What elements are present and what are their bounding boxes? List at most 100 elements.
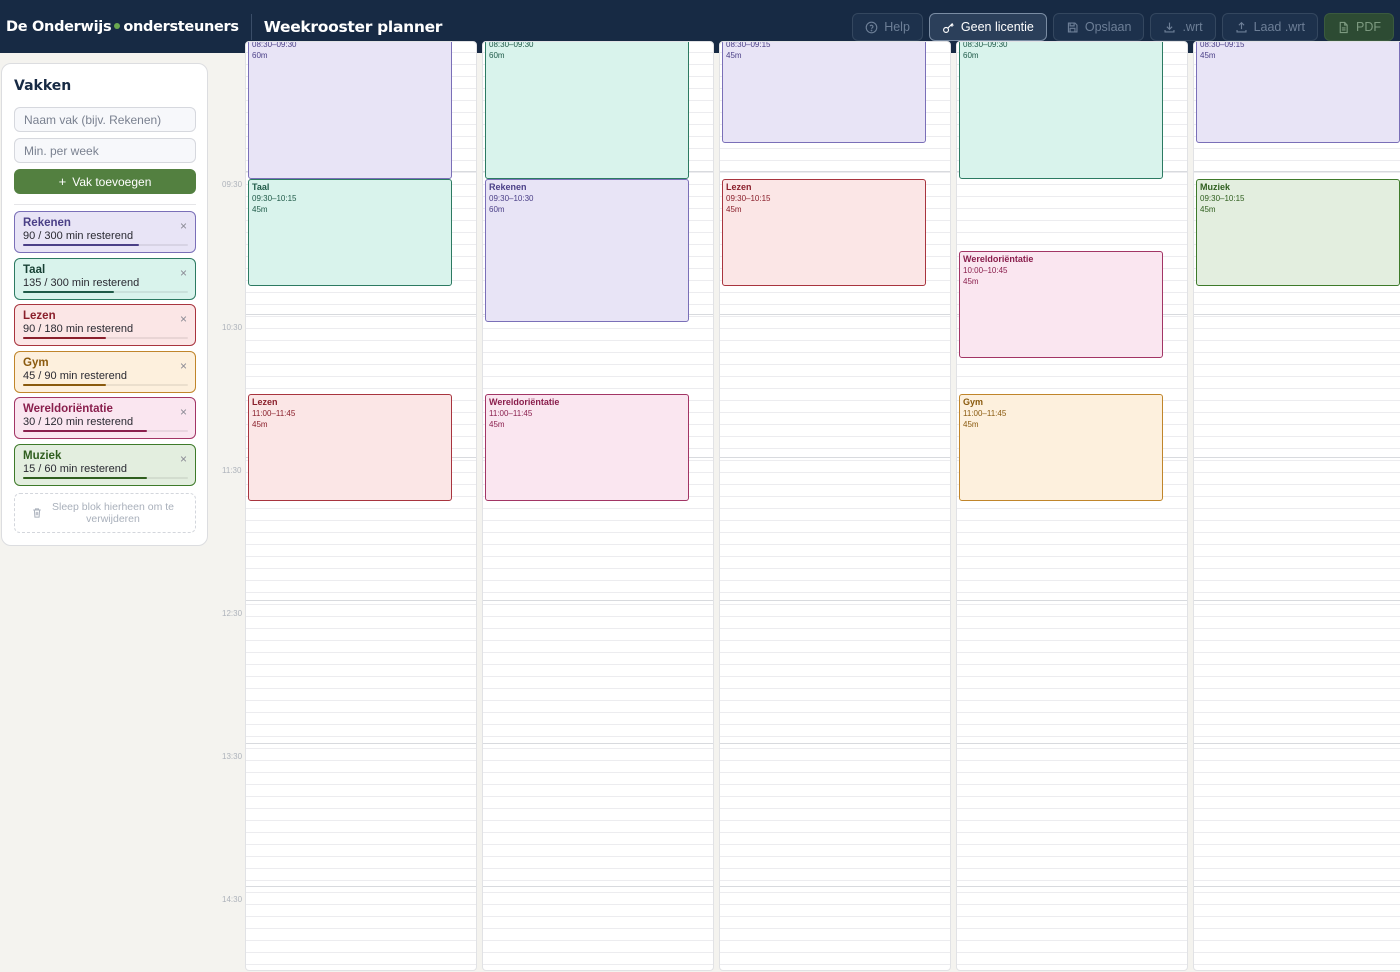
subject-card[interactable]: Lezen 90 / 180 min resterend × (14, 304, 196, 347)
subject-progress-bar (23, 337, 188, 340)
schedule-block[interactable]: Taal 09:30–10:15 45m (248, 179, 452, 287)
block-subject: Wereldoriëntatie (489, 396, 560, 407)
trash-dropzone[interactable]: Sleep blok hierheen om te verwijderen (14, 492, 196, 533)
schedule-block[interactable]: Gym 11:00–11:45 45m (959, 393, 1163, 501)
block-time: 11:00–11:45 (963, 408, 1007, 418)
subject-progress-fill (23, 430, 147, 433)
download-wrt-button-label: .wrt (1182, 20, 1203, 34)
subject-name: Rekenen (23, 217, 71, 229)
help-circle-icon (865, 21, 878, 33)
block-duration: 45m (726, 205, 742, 214)
subject-card[interactable]: Wereldoriëntatie 30 / 120 min resterend × (14, 397, 196, 440)
subject-name: Gym (23, 356, 49, 369)
schedule-block[interactable]: 08:30–09:30 60m (485, 41, 689, 179)
subjects-panel: Vakken Naam vak (bijv. Rekenen) Min. per… (1, 63, 208, 546)
day-column[interactable]: 08:30–09:30 60m Taal 09:30–10:15 45m Lezen 11:… (245, 41, 477, 971)
subjects-title: Vakken (14, 78, 72, 94)
upload-icon (1236, 21, 1247, 33)
file-icon (1339, 21, 1348, 33)
help-button[interactable]: Help (852, 13, 923, 41)
block-time: 09:30–10:15 (726, 194, 771, 203)
pdf-button[interactable]: PDF (1324, 13, 1394, 41)
block-time: 08:30–09:30 (252, 41, 297, 49)
save-icon (1067, 21, 1078, 33)
time-label: 14:30 (222, 895, 243, 904)
brand-logo[interactable]: De Onderwijs ondersteuners (0, 19, 239, 35)
block-time: 09:30–10:30 (489, 194, 534, 203)
block-time: 08:30–09:30 (489, 41, 534, 49)
add-subject-label: Vak toevoegen (72, 174, 152, 189)
license-button-label: Geen licentie (960, 20, 1034, 34)
week-grid: 09:30 10:30 11:30 12:30 13:30 14:30 08:30–09:3… (219, 41, 1400, 972)
brand-name-right: ondersteuners (123, 18, 239, 35)
subject-card[interactable]: Taal 135 / 300 min resterend × (14, 257, 196, 300)
subject-progress-bar (23, 290, 188, 293)
block-duration: 45m (1200, 51, 1216, 60)
block-time: 11:00–11:45 (489, 408, 533, 418)
block-duration: 60m (489, 205, 505, 214)
plus-icon: + (58, 174, 67, 189)
subject-progress-fill (23, 383, 106, 386)
block-subject: Rekenen (489, 182, 527, 192)
remove-subject-icon[interactable]: × (180, 219, 187, 233)
pdf-button-label: PDF (1356, 20, 1381, 34)
remove-subject-icon[interactable]: × (180, 312, 187, 326)
download-wrt-button[interactable]: .wrt (1150, 13, 1216, 41)
subject-remaining: 15 / 60 min resterend (23, 462, 127, 475)
schedule-block[interactable]: Wereldoriëntatie 10:00–10:45 45m (959, 250, 1163, 358)
remove-subject-icon[interactable]: × (180, 405, 187, 419)
day-column[interactable]: 08:30–09:30 60m Wereldoriëntatie 10:00–10:4… (956, 41, 1188, 971)
subject-card[interactable]: Muziek 15 / 60 min resterend × (14, 443, 196, 486)
subject-name-input[interactable]: Naam vak (bijv. Rekenen) (14, 107, 196, 132)
block-duration: 45m (489, 419, 505, 429)
remove-subject-icon[interactable]: × (180, 359, 187, 373)
day-column[interactable]: 08:30–09:30 60m Rekenen 09:30–10:30 60m Werel… (482, 41, 714, 971)
load-wrt-button[interactable]: Laad .wrt (1221, 13, 1318, 41)
schedule-block[interactable]: 08:30–09:30 60m (959, 42, 1163, 179)
schedule-block[interactable]: Wereldoriëntatie 11:00–11:45 45m (485, 393, 689, 501)
app-title: Weekrooster planner (263, 17, 443, 36)
block-duration: 45m (963, 419, 979, 429)
subject-card[interactable]: Gym 45 / 90 min resterend × (14, 350, 196, 393)
block-subject: Lezen (726, 182, 752, 192)
schedule-block[interactable]: 08:30–09:30 60m (248, 41, 452, 179)
brand-name-left: De Onderwijs (6, 18, 112, 35)
block-subject: Lezen (252, 396, 278, 407)
schedule-block[interactable]: Lezen 09:30–10:15 45m (722, 179, 926, 287)
block-time: 10:00–10:45 (963, 265, 1008, 275)
schedule-block[interactable]: 08:30–09:15 45m (722, 41, 926, 144)
time-label: 12:30 (222, 609, 243, 618)
remove-subject-icon[interactable]: × (180, 266, 187, 280)
schedule-block[interactable]: Muziek 09:30–10:15 45m (1196, 179, 1400, 287)
key-icon (942, 22, 954, 33)
day-column[interactable]: 08:30–09:15 45m Lezen 09:30–10:15 45m (719, 41, 951, 971)
subject-progress-bar (23, 244, 188, 246)
save-button[interactable]: Opslaan (1052, 13, 1145, 41)
block-duration: 45m (252, 205, 268, 214)
schedule-block[interactable]: 08:30–09:15 45m (1196, 42, 1400, 144)
license-button[interactable]: Geen licentie (928, 13, 1047, 41)
block-time: 09:30–10:15 (252, 194, 297, 203)
header-divider (250, 13, 252, 40)
add-subject-button[interactable]: + Vak toevoegen (14, 169, 196, 194)
time-label: 10:30 (222, 323, 243, 332)
schedule-block[interactable]: Lezen 11:00–11:45 45m (248, 393, 452, 501)
subject-progress-bar (23, 476, 188, 479)
subject-card[interactable]: Rekenen 90 / 300 min resterend × (14, 211, 196, 253)
download-icon (1164, 22, 1175, 33)
block-time: 08:30–09:15 (726, 41, 771, 49)
time-label: 09:30 (222, 180, 243, 189)
subject-list: Rekenen 90 / 300 min resterend × Taal 135 / … (14, 211, 196, 486)
block-subject: Muziek (1200, 182, 1231, 192)
subject-name: Lezen (23, 310, 56, 323)
block-duration: 45m (963, 276, 979, 286)
remove-subject-icon[interactable]: × (180, 452, 187, 466)
day-column[interactable]: 08:30–09:15 45m Muziek 09:30–10:15 45m (1193, 41, 1400, 971)
schedule-block[interactable]: Rekenen 09:30–10:30 60m (485, 179, 689, 322)
block-subject: Gym (963, 396, 984, 407)
block-duration: 60m (252, 51, 268, 60)
save-button-label: Opslaan (1084, 20, 1132, 34)
brand-dot (114, 22, 121, 29)
minutes-per-week-input[interactable]: Min. per week (14, 138, 196, 163)
sidebar-divider (14, 204, 196, 205)
